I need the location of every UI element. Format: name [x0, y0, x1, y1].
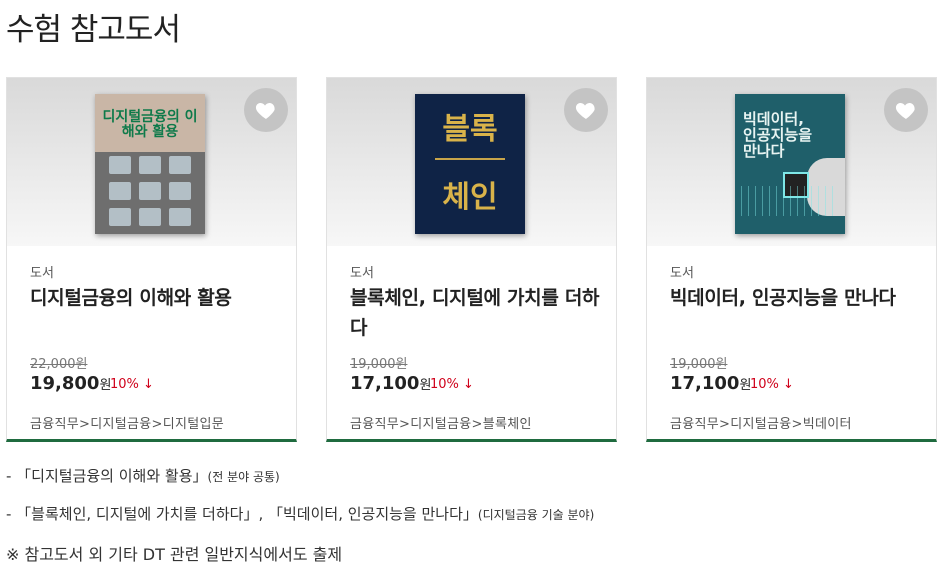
book-title[interactable]: 빅데이터, 인공지능을 만나다 — [670, 283, 920, 313]
book-cover-image: 디지털금융의 이해와 활용 — [95, 94, 205, 234]
original-price: 19,000원 — [350, 357, 408, 372]
original-price: 22,000원 — [30, 357, 88, 372]
sale-price: 17,100원 — [670, 373, 752, 394]
cover-title: 디지털금융의 이해와 활용 — [102, 109, 198, 140]
book-card[interactable]: 블록 체인 도서 블록체인, 디지털에 가치를 더하다 19,000원 17,1… — [326, 77, 617, 442]
discount-badge: 10% ↓ — [110, 377, 154, 392]
book-category: 도서 — [350, 266, 374, 281]
book-thumbnail[interactable]: 디지털금융의 이해와 활용 — [7, 78, 296, 246]
note-line-1: - 「디지털금융의 이해와 활용」(전 분야 공통) — [6, 465, 594, 503]
book-cover-image: 블록 체인 — [415, 94, 525, 234]
note-line-2: - 「블록체인, 디지털에 가치를 더하다」, 「빅데이터, 인공지능을 만나다… — [6, 503, 594, 541]
note-text: - 「블록체인, 디지털에 가치를 더하다」, 「빅데이터, 인공지능을 만나다… — [6, 505, 478, 523]
category-path[interactable]: 금융직무>디지털금융>디지털입문 — [30, 413, 224, 432]
note-subtext: (전 분야 공통) — [207, 470, 280, 484]
heart-icon — [255, 103, 275, 119]
note-line-3: ※ 참고도서 외 기타 DT 관련 일반지식에서도 출제 — [6, 545, 343, 564]
book-card[interactable]: 빅데이터, 인공지능을 만나다 도서 빅데이터, 인공지능을 만나다 19,00… — [646, 77, 937, 442]
notes-section: - 「디지털금융의 이해와 활용」(전 분야 공통) - 「블록체인, 디지털에… — [6, 465, 594, 579]
sale-price: 19,800원 — [30, 373, 112, 394]
discount-badge: 10% ↓ — [750, 377, 794, 392]
book-card[interactable]: 디지털금융의 이해와 활용 도서 디지털금융의 이해와 활용 22,000원 1… — [6, 77, 297, 442]
heart-icon — [895, 103, 915, 119]
note-text: - 「디지털금융의 이해와 활용」 — [6, 467, 208, 485]
book-cover-image: 빅데이터, 인공지능을 만나다 — [735, 94, 845, 234]
book-title[interactable]: 디지털금융의 이해와 활용 — [30, 283, 280, 313]
book-title[interactable]: 블록체인, 디지털에 가치를 더하다 — [350, 283, 600, 343]
cover-title-second-line: 체인 — [442, 180, 498, 215]
wishlist-button[interactable] — [884, 88, 928, 132]
book-category: 도서 — [30, 266, 54, 281]
book-thumbnail[interactable]: 빅데이터, 인공지능을 만나다 — [647, 78, 936, 246]
page-title: 수험 참고도서 — [6, 12, 181, 48]
discount-badge: 10% ↓ — [430, 377, 474, 392]
original-price: 19,000원 — [670, 357, 728, 372]
category-path[interactable]: 금융직무>디지털금융>블록체인 — [350, 413, 532, 432]
cover-title: 블록 — [442, 112, 498, 147]
wishlist-button[interactable] — [564, 88, 608, 132]
heart-icon — [575, 103, 595, 119]
book-category: 도서 — [670, 266, 694, 281]
book-thumbnail[interactable]: 블록 체인 — [327, 78, 616, 246]
wishlist-button[interactable] — [244, 88, 288, 132]
note-subtext: (디지털금융 기술 분야) — [477, 508, 595, 522]
cover-title: 빅데이터, 인공지능을 만나다 — [743, 110, 813, 160]
book-list: 디지털금융의 이해와 활용 도서 디지털금융의 이해와 활용 22,000원 1… — [6, 77, 938, 442]
category-path[interactable]: 금융직무>디지털금융>빅데이터 — [670, 413, 852, 432]
sale-price: 17,100원 — [350, 373, 432, 394]
